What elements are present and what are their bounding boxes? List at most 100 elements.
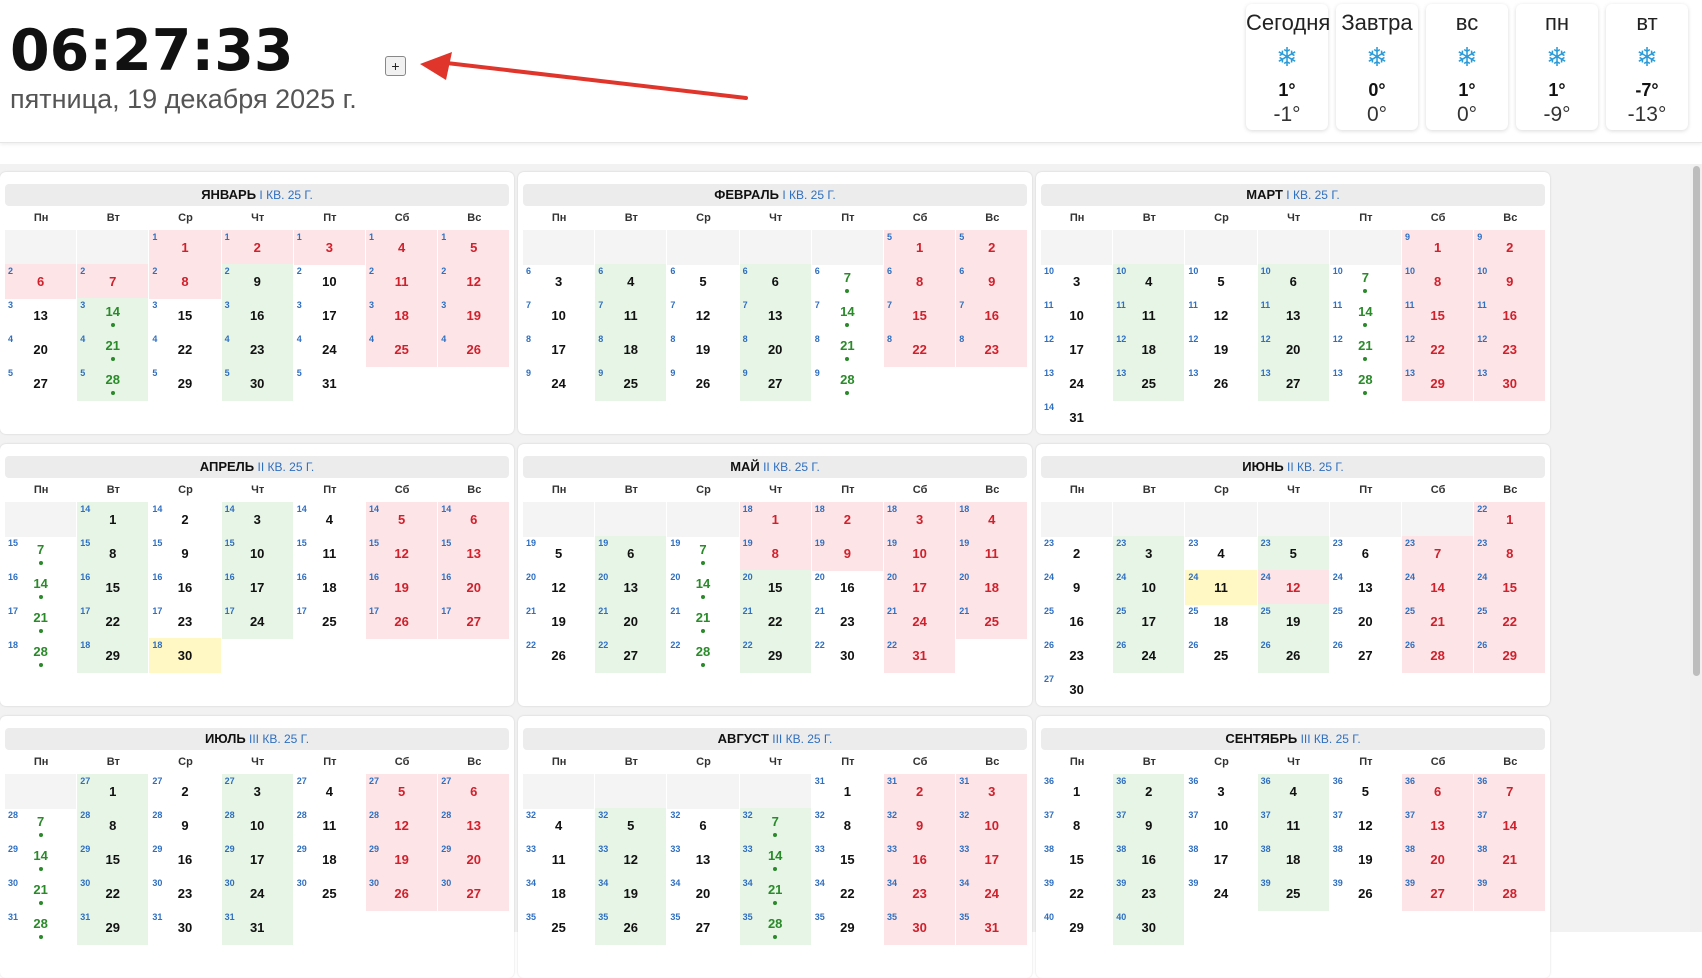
day-cell[interactable]: 22 26 — [523, 638, 594, 673]
day-cell[interactable]: 24 14 — [1402, 570, 1474, 605]
day-cell[interactable]: 36 4 — [1257, 774, 1329, 809]
day-cell[interactable]: 15 8 — [77, 536, 149, 571]
weather-day[interactable]: Завтра ❄ 0° 0° — [1336, 4, 1418, 130]
day-cell[interactable]: 12 — [221, 230, 293, 265]
day-cell[interactable]: 20 13 — [595, 570, 667, 605]
day-cell[interactable]: 18 2 — [811, 502, 883, 537]
day-cell[interactable]: 30 22 — [77, 876, 149, 911]
day-cell[interactable]: 26 26 — [1257, 638, 1329, 673]
day-cell[interactable]: 26 28 — [1402, 638, 1474, 673]
day-cell[interactable]: 17 24 — [221, 604, 293, 639]
day-cell[interactable]: 8 20 — [739, 332, 811, 367]
day-cell[interactable]: 8 18 — [595, 332, 667, 367]
day-cell[interactable]: 33 14 — [739, 842, 811, 877]
day-cell[interactable]: 25 16 — [1041, 604, 1112, 639]
day-cell[interactable]: 15 13 — [438, 536, 510, 571]
day-cell[interactable]: 63 — [523, 264, 594, 299]
day-cell[interactable]: 19 11 — [956, 536, 1028, 571]
day-cell[interactable]: 4 21 — [77, 332, 149, 367]
day-cell[interactable]: 69 — [956, 264, 1028, 299]
day-cell[interactable]: 8 19 — [667, 332, 738, 367]
day-cell[interactable]: 28 9 — [149, 808, 220, 843]
day-cell[interactable]: 12 21 — [1330, 332, 1401, 367]
day-cell[interactable]: 4 25 — [366, 332, 438, 367]
day-cell[interactable]: 38 17 — [1185, 842, 1256, 877]
day-cell[interactable]: 22 1 — [1474, 502, 1546, 537]
day-cell[interactable]: 23 6 — [1330, 536, 1401, 571]
day-cell[interactable]: 21 24 — [884, 604, 956, 639]
day-cell[interactable]: 29 14 — [5, 842, 76, 877]
day-cell[interactable]: 32 8 — [812, 808, 883, 843]
day-cell[interactable]: 2 12 — [438, 264, 510, 299]
day-cell[interactable]: 17 22 — [77, 604, 149, 639]
day-cell[interactable]: 18 1 — [739, 502, 811, 537]
day-cell[interactable]: 5 30 — [221, 366, 293, 401]
day-cell[interactable]: 17 23 — [149, 604, 220, 639]
day-cell[interactable]: 3 15 — [149, 298, 220, 333]
day-cell[interactable]: 10 8 — [1402, 264, 1474, 299]
day-cell[interactable]: 36 1 — [1041, 774, 1112, 809]
day-cell[interactable]: 34 23 — [884, 876, 956, 911]
day-cell[interactable]: 18 4 — [956, 502, 1028, 537]
day-cell[interactable]: 20 15 — [739, 570, 811, 605]
day-cell[interactable]: 25 17 — [1113, 604, 1185, 639]
day-cell[interactable]: 30 26 — [366, 876, 438, 911]
day-cell[interactable]: 67 — [812, 264, 883, 299]
day-cell[interactable]: 38 16 — [1113, 842, 1185, 877]
day-cell[interactable]: 66 — [739, 264, 811, 299]
day-cell[interactable]: 34 21 — [739, 876, 811, 911]
day-cell[interactable]: 16 15 — [77, 570, 149, 605]
day-cell[interactable]: 3 16 — [221, 298, 293, 333]
day-cell[interactable]: 11 13 — [1257, 298, 1329, 333]
day-cell[interactable]: 28 11 — [294, 808, 365, 843]
day-cell[interactable]: 37 13 — [1402, 808, 1474, 843]
day-cell[interactable]: 12 20 — [1257, 332, 1329, 367]
day-cell[interactable]: 25 19 — [1257, 604, 1329, 639]
day-cell[interactable]: 8 17 — [523, 332, 594, 367]
day-cell[interactable]: 23 4 — [1185, 536, 1256, 571]
day-cell[interactable]: 36 3 — [1185, 774, 1256, 809]
day-cell[interactable]: 25 18 — [1185, 604, 1256, 639]
day-cell[interactable]: 28 10 — [221, 808, 293, 843]
day-cell[interactable]: 10 4 — [1113, 264, 1185, 299]
day-cell[interactable]: 7 10 — [523, 298, 594, 333]
day-cell[interactable]: 8 22 — [884, 332, 956, 367]
day-cell[interactable]: 33 13 — [667, 842, 738, 877]
day-cell[interactable]: 3 14 — [77, 298, 149, 333]
day-cell[interactable]: 27 30 — [1041, 672, 1112, 706]
day-cell[interactable]: 28 12 — [366, 808, 438, 843]
day-cell[interactable]: 38 21 — [1474, 842, 1546, 877]
day-cell[interactable]: 52 — [956, 230, 1028, 265]
day-cell[interactable]: 15 9 — [149, 536, 220, 571]
day-cell[interactable]: 65 — [667, 264, 738, 299]
day-cell[interactable]: 14 3 — [221, 502, 293, 537]
day-cell[interactable]: 7 15 — [884, 298, 956, 333]
day-cell[interactable]: 23 5 — [1257, 536, 1329, 571]
day-cell[interactable]: 28 13 — [438, 808, 510, 843]
day-cell[interactable]: 27 5 — [366, 774, 438, 809]
day-cell[interactable]: 28 7 — [5, 808, 76, 843]
day-cell[interactable]: 3 18 — [366, 298, 438, 333]
day-cell[interactable]: 29 16 — [149, 842, 220, 877]
day-cell[interactable]: 31 1 — [812, 774, 883, 809]
day-cell[interactable]: 21 25 — [956, 604, 1028, 639]
day-cell[interactable]: 16 14 — [5, 570, 76, 605]
day-cell[interactable]: 34 18 — [523, 876, 594, 911]
day-cell[interactable]: 17 25 — [294, 604, 365, 639]
day-cell[interactable]: 313 — [956, 774, 1028, 809]
day-cell[interactable]: 14 5 — [366, 502, 438, 537]
day-cell[interactable]: 33 15 — [812, 842, 883, 877]
day-cell[interactable]: 33 11 — [523, 842, 594, 877]
day-cell[interactable]: 23 2 — [1041, 536, 1112, 571]
day-cell[interactable]: 32 7 — [739, 808, 811, 843]
day-cell[interactable]: 4 26 — [438, 332, 510, 367]
day-cell[interactable]: 4 23 — [221, 332, 293, 367]
day-cell[interactable]: 14 1 — [77, 502, 149, 537]
day-cell[interactable]: 12 19 — [1185, 332, 1256, 367]
day-cell[interactable]: 4 24 — [294, 332, 365, 367]
day-cell[interactable]: 14 31 — [1041, 400, 1112, 434]
day-cell[interactable]: 11 11 — [1113, 298, 1185, 333]
day-cell[interactable]: 30 23 — [149, 876, 220, 911]
day-cell[interactable]: 26 29 — [1474, 638, 1546, 673]
day-cell[interactable]: 15 — [438, 230, 510, 265]
